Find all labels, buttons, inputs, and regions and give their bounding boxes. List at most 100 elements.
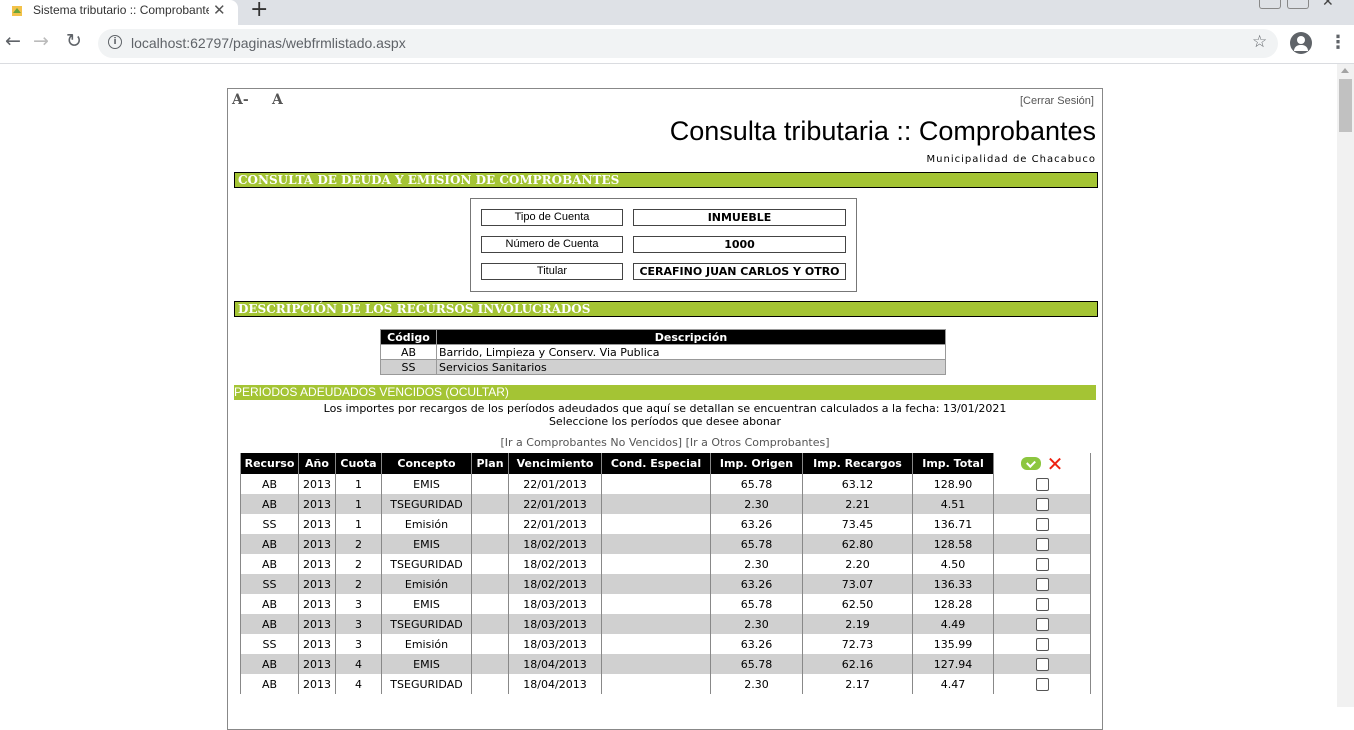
- select-cell: [993, 654, 1091, 674]
- period-select-checkbox[interactable]: [1035, 537, 1049, 551]
- logout-link[interactable]: [Cerrar Sesión]: [1020, 95, 1094, 107]
- cell-anio: 2013: [298, 634, 336, 654]
- browser-toolbar: ← → ↻ i localhost:62797/paginas/webfrmli…: [0, 25, 1354, 64]
- cell-plan: [471, 634, 509, 654]
- check-circle-icon[interactable]: [1020, 457, 1041, 470]
- period-select-checkbox[interactable]: [1035, 517, 1049, 531]
- period-select-checkbox[interactable]: [1035, 477, 1049, 491]
- browser-menu-icon[interactable]: ⋮: [1329, 32, 1347, 53]
- cell-anio: 2013: [298, 554, 336, 574]
- col-imp-total: Imp. Total: [912, 453, 994, 474]
- cell-recurso: AB: [240, 494, 299, 514]
- browser-tab[interactable]: Sistema tributario :: Comprobantes ✕: [0, 0, 238, 25]
- new-tab-button[interactable]: +: [250, 0, 268, 22]
- col-cond-especial: Cond. Especial: [601, 453, 711, 474]
- red-x-icon[interactable]: ✕: [1047, 454, 1064, 474]
- restore-window-icon[interactable]: [1287, 0, 1309, 9]
- minimize-window-icon[interactable]: [1259, 0, 1281, 9]
- cell-imp-total: 136.71: [912, 514, 994, 534]
- profile-avatar-icon[interactable]: [1290, 32, 1312, 54]
- cell-imp-total: 4.51: [912, 494, 994, 514]
- select-cell: [993, 574, 1091, 594]
- scroll-up-arrow-icon[interactable]: [1341, 68, 1349, 73]
- cell-anio: 2013: [298, 674, 336, 694]
- cell-cond-especial: [601, 574, 711, 594]
- period-select-checkbox[interactable]: [1035, 637, 1049, 651]
- table-row: AB 2013 3 TSEGURIDAD 18/03/2013 2.30 2.19 4.49: [240, 614, 1091, 634]
- cell-recurso: AB: [240, 474, 299, 494]
- address-bar[interactable]: i localhost:62797/paginas/webfrmlistado.…: [98, 29, 1278, 58]
- cell-imp-origen: 2.30: [710, 494, 803, 514]
- table-row: AB 2013 3 EMIS 18/03/2013 65.78 62.50 128.28: [240, 594, 1091, 614]
- cell-cuota: 1: [335, 474, 382, 494]
- cell-cuota: 3: [335, 594, 382, 614]
- period-select-checkbox[interactable]: [1035, 677, 1049, 691]
- cell-recurso: SS: [240, 514, 299, 534]
- address-url[interactable]: localhost:62797/paginas/webfrmlistado.as…: [131, 35, 406, 51]
- reload-icon[interactable]: ↻: [66, 30, 82, 52]
- cell-imp-recargos: 2.17: [802, 674, 913, 694]
- cell-imp-recargos: 72.73: [802, 634, 913, 654]
- other-vouchers-link[interactable]: [Ir a Otros Comprobantes]: [686, 436, 830, 449]
- cell-imp-recargos: 2.21: [802, 494, 913, 514]
- forward-arrow-icon[interactable]: →: [33, 30, 49, 52]
- cell-plan: [471, 594, 509, 614]
- font-smaller-button[interactable]: A-: [232, 92, 249, 108]
- resources-table: Código Descripción AB Barrido, Limpieza …: [380, 329, 946, 375]
- cell-imp-origen: 2.30: [710, 554, 803, 574]
- cell-cond-especial: [601, 514, 711, 534]
- account-type-value: INMUEBLE: [633, 209, 846, 226]
- cell-concepto: EMIS: [381, 594, 472, 614]
- cell-imp-total: 128.28: [912, 594, 994, 614]
- section-resources-header: DESCRIPCIÓN DE LOS RECURSOS INVOLUCRADOS: [234, 301, 1098, 317]
- select-cell: [993, 534, 1091, 554]
- bookmark-star-icon[interactable]: ☆: [1252, 32, 1267, 52]
- cell-concepto: EMIS: [381, 534, 472, 554]
- site-favicon-icon: [12, 6, 22, 16]
- cell-vencimiento: 18/03/2013: [508, 614, 602, 634]
- cell-cuota: 1: [335, 494, 382, 514]
- scrollbar-thumb[interactable]: [1339, 79, 1352, 132]
- close-window-icon[interactable]: ✕: [1322, 0, 1334, 10]
- cell-cond-especial: [601, 534, 711, 554]
- cell-cond-especial: [601, 494, 711, 514]
- site-info-icon[interactable]: i: [108, 35, 122, 49]
- vertical-scrollbar[interactable]: [1337, 64, 1354, 707]
- table-row: SS 2013 1 Emisión 22/01/2013 63.26 73.45 136.71: [240, 514, 1091, 534]
- resources-header-description: Descripción: [436, 329, 946, 345]
- period-select-checkbox[interactable]: [1035, 497, 1049, 511]
- section-periods-header[interactable]: PERIODOS ADEUDADOS VENCIDOS (OCULTAR): [234, 385, 1096, 400]
- cell-cuota: 2: [335, 534, 382, 554]
- not-due-vouchers-link[interactable]: [Ir a Comprobantes No Vencidos]: [500, 436, 682, 449]
- tab-close-icon[interactable]: ✕: [213, 1, 226, 19]
- period-select-checkbox[interactable]: [1035, 577, 1049, 591]
- back-arrow-icon[interactable]: ←: [5, 30, 21, 52]
- navigation-links: [Ir a Comprobantes No Vencidos] [Ir a Ot…: [228, 436, 1102, 449]
- period-select-checkbox[interactable]: [1035, 657, 1049, 671]
- cell-concepto: EMIS: [381, 474, 472, 494]
- select-cell: [993, 634, 1091, 654]
- cell-plan: [471, 614, 509, 634]
- account-number-label: Número de Cuenta: [481, 236, 623, 253]
- cell-plan: [471, 654, 509, 674]
- cell-anio: 2013: [298, 654, 336, 674]
- cell-cuota: 1: [335, 514, 382, 534]
- cell-imp-total: 136.33: [912, 574, 994, 594]
- cell-imp-origen: 63.26: [710, 514, 803, 534]
- cell-imp-total: 127.94: [912, 654, 994, 674]
- period-select-checkbox[interactable]: [1035, 617, 1049, 631]
- cell-cuota: 4: [335, 674, 382, 694]
- cell-imp-origen: 63.26: [710, 634, 803, 654]
- cell-imp-total: 135.99: [912, 634, 994, 654]
- table-row: AB 2013 4 TSEGURIDAD 18/04/2013 2.30 2.17 4.47: [240, 674, 1091, 694]
- table-row: AB Barrido, Limpieza y Conserv. Via Publ…: [380, 344, 946, 360]
- col-actions: ✕: [993, 453, 1091, 474]
- cell-plan: [471, 534, 509, 554]
- font-larger-button[interactable]: A: [272, 92, 283, 108]
- cell-plan: [471, 574, 509, 594]
- cell-cuota: 3: [335, 634, 382, 654]
- periods-table: Recurso Año Cuota Concepto Plan Vencimie…: [240, 453, 1091, 694]
- period-select-checkbox[interactable]: [1035, 557, 1049, 571]
- period-select-checkbox[interactable]: [1035, 597, 1049, 611]
- browser-tabbar: Sistema tributario :: Comprobantes ✕ + ✕: [0, 0, 1354, 25]
